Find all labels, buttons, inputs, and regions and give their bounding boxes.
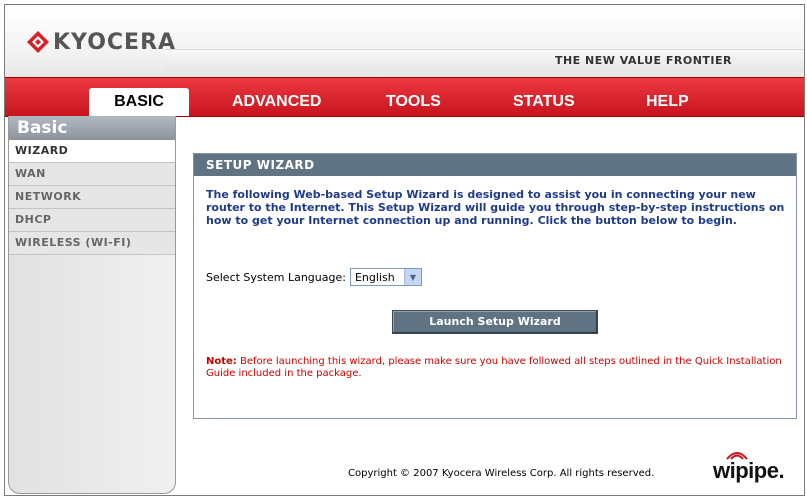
sidebar-item-network[interactable]: NETWORK xyxy=(9,186,175,209)
kyocera-logo: KYOCERA xyxy=(27,29,176,55)
main-nav: BASIC ADVANCED TOOLS STATUS HELP xyxy=(5,77,804,117)
chevron-down-icon[interactable]: ▼ xyxy=(403,269,421,285)
sidebar-item-wan[interactable]: WAN xyxy=(9,163,175,186)
page-header: KYOCERA THE NEW VALUE FRONTIER xyxy=(5,5,804,78)
tab-status[interactable]: STATUS xyxy=(513,88,575,116)
panel-title: SETUP WIZARD xyxy=(194,154,796,176)
sidebar-item-dhcp[interactable]: DHCP xyxy=(9,209,175,232)
tab-tools[interactable]: TOOLS xyxy=(386,88,441,116)
sidebar-title: Basic xyxy=(9,116,175,140)
language-row: Select System Language: English ▼ xyxy=(206,268,422,286)
tab-basic[interactable]: BASIC xyxy=(89,88,189,116)
sidebar-item-wireless[interactable]: WIRELESS (WI-FI) xyxy=(9,232,175,255)
router-admin-window: KYOCERA THE NEW VALUE FRONTIER BASIC ADV… xyxy=(4,4,805,496)
launch-setup-wizard-button[interactable]: Launch Setup Wizard xyxy=(392,310,598,334)
brand-text: wipipe. xyxy=(713,458,785,483)
tab-help[interactable]: HELP xyxy=(646,88,689,116)
tagline-bar: THE NEW VALUE FRONTIER xyxy=(165,49,804,72)
copyright-text: Copyright © 2007 Kyocera Wireless Corp. … xyxy=(348,468,655,479)
intro-text: The following Web-based Setup Wizard is … xyxy=(206,188,785,227)
language-select[interactable]: English ▼ xyxy=(349,268,422,286)
kyocera-logo-icon xyxy=(27,31,49,53)
sidebar: Basic WIZARD WAN NETWORK DHCP WIRELESS (… xyxy=(8,116,176,494)
language-label: Select System Language: xyxy=(206,270,346,284)
language-value: English xyxy=(354,270,395,284)
setup-wizard-panel: SETUP WIZARD The following Web-based Set… xyxy=(193,153,797,419)
tab-advanced[interactable]: ADVANCED xyxy=(232,88,321,116)
note-text: Note: Before launching this wizard, plea… xyxy=(206,356,786,380)
sidebar-item-wizard[interactable]: WIZARD xyxy=(9,140,175,163)
tagline: THE NEW VALUE FRONTIER xyxy=(554,54,732,67)
note-body: Before launching this wizard, please mak… xyxy=(206,356,782,379)
logo-text: KYOCERA xyxy=(53,29,177,55)
note-label: Note: xyxy=(206,356,237,367)
